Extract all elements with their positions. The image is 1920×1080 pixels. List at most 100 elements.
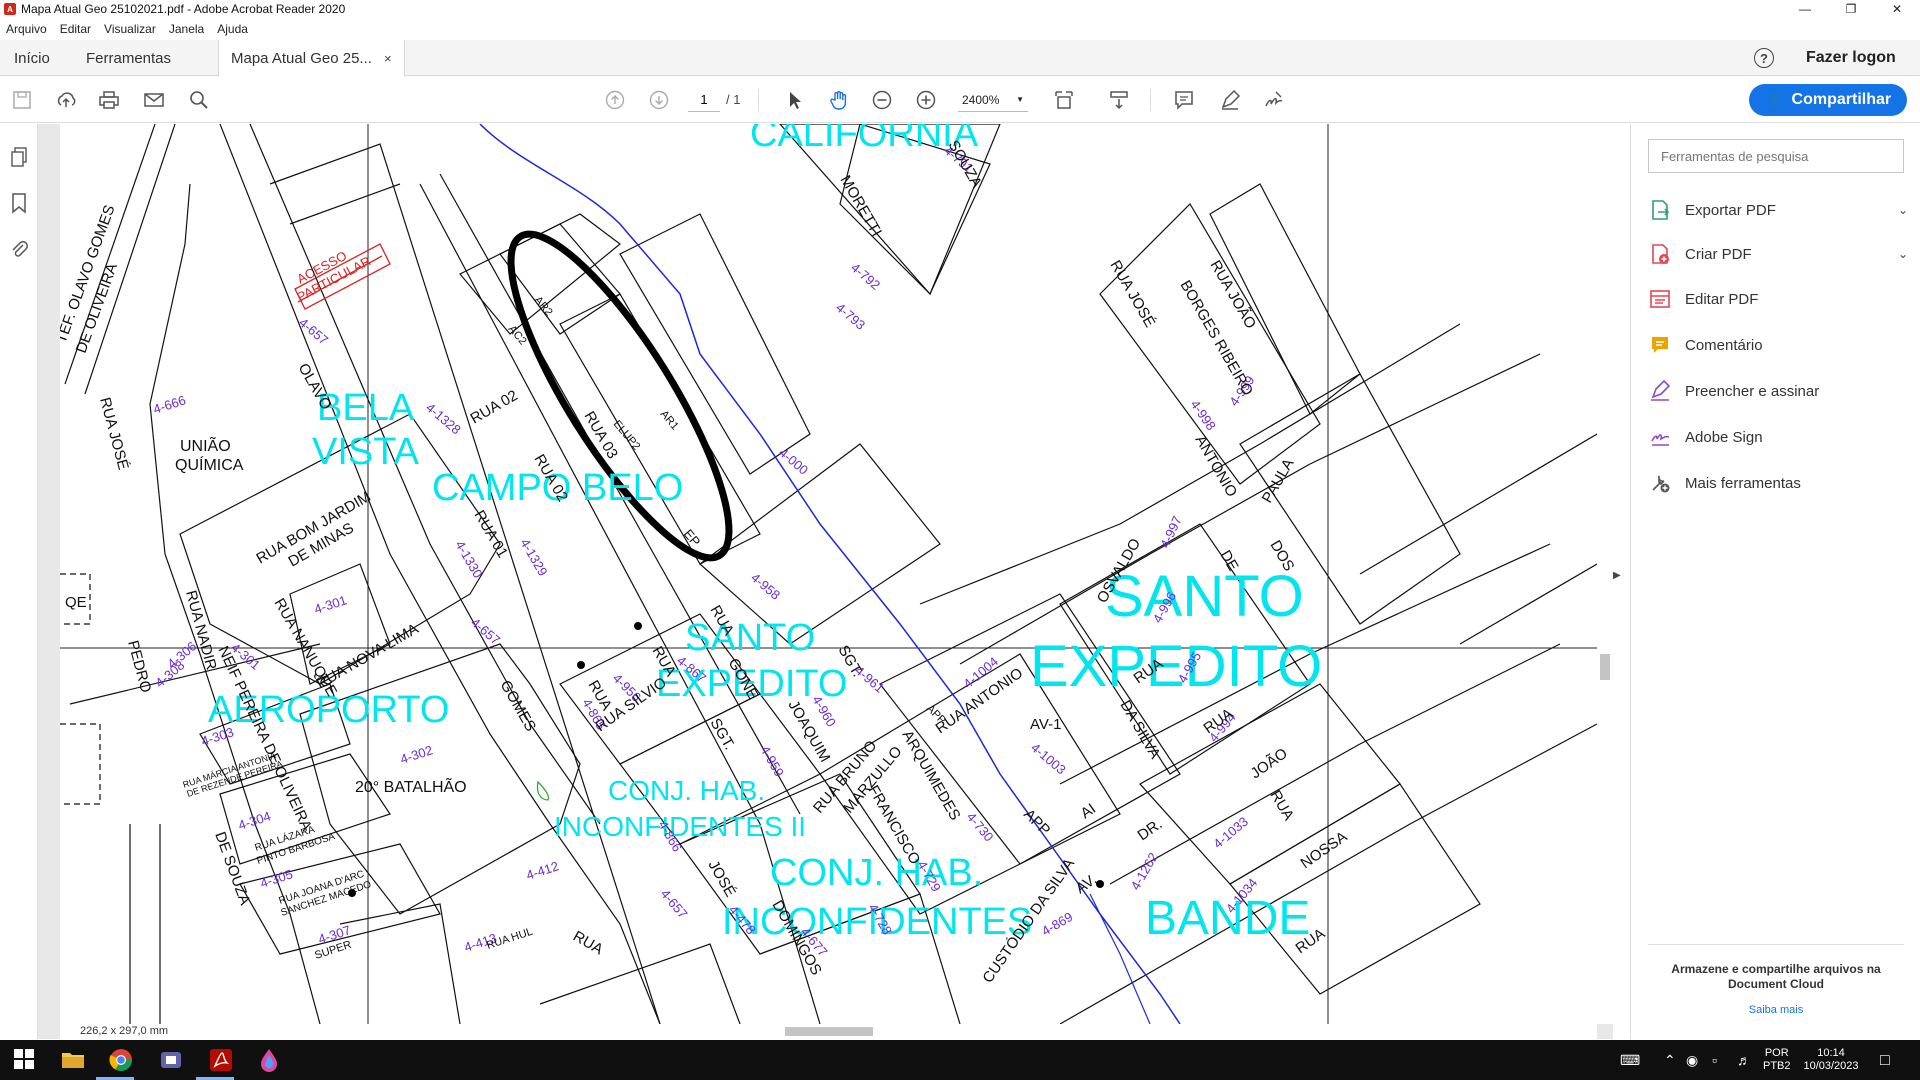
minimize-button[interactable]: — [1782,0,1828,18]
collapse-pane-icon[interactable]: ▶ [1613,570,1625,590]
horizontal-scrollbar[interactable] [60,1024,1597,1039]
search-icon[interactable] [187,88,211,112]
fill-sign-icon [1648,379,1672,403]
horizontal-scroll-thumb[interactable] [785,1027,873,1036]
comment-icon[interactable] [1172,88,1196,112]
volume-icon[interactable]: ♬ [1737,1052,1751,1068]
teams-app-icon[interactable] [158,1047,184,1073]
street-label: DR. [1135,816,1166,845]
tool-fill-sign[interactable]: Preencher e assinar [1648,371,1908,411]
tab-bar: Início Ferramentas Mapa Atual Geo 25... … [0,40,1920,77]
tool-label: Adobe Sign [1685,428,1763,446]
windows-start-icon[interactable] [12,1047,38,1073]
restore-button[interactable]: ❐ [1828,0,1874,18]
fit-page-icon[interactable] [1052,88,1076,112]
chevron-up-icon[interactable]: ⌃ [1664,1052,1676,1069]
district-conj-hab-2: CONJ. HAB. [770,852,983,894]
sign-icon[interactable] [1262,88,1286,112]
acrobat-taskbar-icon[interactable] [208,1047,234,1073]
tool-edit-pdf[interactable]: Editar PDF [1648,279,1908,319]
map-point [634,622,642,630]
help-icon[interactable]: ? [1754,48,1774,68]
attachment-icon[interactable] [9,238,29,260]
keyboard-layout: PTB2 [1763,1060,1791,1072]
menu-visualizar[interactable]: Visualizar [104,22,156,36]
email-icon[interactable] [142,88,166,112]
parcel-label: 4-1329 [517,536,550,579]
zoom-level-select[interactable]: 2400% ▼ [958,88,1028,112]
tools-search-input[interactable] [1648,139,1904,173]
upload-cloud-icon[interactable] [54,88,78,112]
parcel-label: 4-304 [236,808,272,833]
tool-export-pdf[interactable]: Exportar PDF ⌄ [1648,190,1908,230]
share-button-label: Compartilhar [1791,91,1892,108]
tool-more-tools[interactable]: Mais ferramentas [1648,463,1908,503]
parcel-label: 4-305 [258,866,294,891]
highlight-pen-icon[interactable] [1218,88,1242,112]
street-label: PEDRO [124,639,154,695]
parcel-label: 4-412 [524,858,560,883]
scroll-mode-icon[interactable] [1107,88,1131,112]
tab-tools[interactable]: Ferramentas [86,40,171,76]
parcel-label: 4-1328 [423,400,464,438]
place-batalhao: 20° BATALHÃO [355,776,467,796]
create-pdf-icon [1648,242,1672,266]
street-label: SOUZA [945,138,986,191]
district-santo-big: SANTO [1105,564,1304,629]
street-label: AR2 [532,294,555,318]
hand-tool-icon[interactable] [827,88,851,112]
notifications-icon[interactable]: □ [1880,1052,1890,1070]
menu-ajuda[interactable]: Ajuda [217,22,248,36]
toolbar-divider [1150,89,1151,111]
zoom-out-icon[interactable] [870,88,894,112]
bookmark-icon[interactable] [9,192,29,214]
vertical-scroll-thumb[interactable] [1600,654,1610,680]
vertical-scrollbar[interactable] [1597,124,1613,1024]
parcel-label: 4-869 [1039,909,1075,939]
document-area[interactable]: CALIFORNIA BELA VISTA CAMPO BELO SANTO E… [38,124,1613,1039]
parcel-label: 4-997 [1157,514,1185,550]
parcel-label: 4-998 [1188,397,1219,433]
zoom-in-icon[interactable] [914,88,938,112]
tool-create-pdf[interactable]: Criar PDF ⌄ [1648,234,1908,274]
page-number-input[interactable] [688,88,720,112]
map-page[interactable]: CALIFORNIA BELA VISTA CAMPO BELO SANTO E… [60,124,1597,1024]
file-explorer-icon[interactable] [60,1047,86,1073]
page-dimensions: 226,2 x 297,0 mm [80,1025,169,1037]
previous-page-icon[interactable] [603,88,627,112]
page-thumbnails-icon[interactable] [9,146,29,168]
menu-janela[interactable]: Janela [169,22,204,36]
parcel-label: 4-657 [658,886,691,921]
droplet-app-icon[interactable] [256,1047,282,1073]
close-window-button[interactable]: ✕ [1874,0,1920,18]
share-button[interactable]: 👤 Compartilhar [1749,84,1907,116]
place-quimica: QUÍMICA [175,455,244,474]
keyboard-icon[interactable]: ⌨ [1620,1052,1640,1069]
display-icon[interactable]: ▫ [1712,1052,1717,1068]
menu-editar[interactable]: Editar [60,22,91,36]
select-cursor-icon[interactable] [783,88,807,112]
input-language[interactable]: POR PTB2 [1763,1040,1791,1080]
tool-adobe-sign[interactable]: Adobe Sign [1648,417,1908,457]
network-status-icon[interactable]: ◉ [1686,1052,1698,1069]
chevron-down-icon: ▼ [1016,95,1024,104]
chrome-icon[interactable] [108,1047,134,1073]
tab-document[interactable]: Mapa Atual Geo 25... × [218,40,405,77]
clock[interactable]: 10:14 10/03/2023 [1796,1040,1866,1080]
next-page-icon[interactable] [647,88,671,112]
place-app: APP [1020,806,1053,839]
district-santo-small: SANTO [685,617,815,659]
tool-comment[interactable]: Comentário [1648,325,1908,365]
menu-arquivo[interactable]: Arquivo [6,22,47,36]
street-label: RUA JOSÉ [1107,258,1159,331]
chevron-down-icon: ⌄ [1897,203,1908,217]
login-button[interactable]: Fazer logon [1806,49,1896,67]
learn-more-link[interactable]: Saiba mais [1651,1004,1901,1016]
tab-close-icon[interactable]: × [384,51,392,66]
tab-home[interactable]: Início [14,40,50,76]
window-title: Mapa Atual Geo 25102021.pdf - Adobe Acro… [21,2,346,16]
save-icon[interactable] [10,88,34,112]
language-code: POR [1764,1047,1789,1059]
map-point [577,661,585,669]
print-icon[interactable] [97,88,121,112]
